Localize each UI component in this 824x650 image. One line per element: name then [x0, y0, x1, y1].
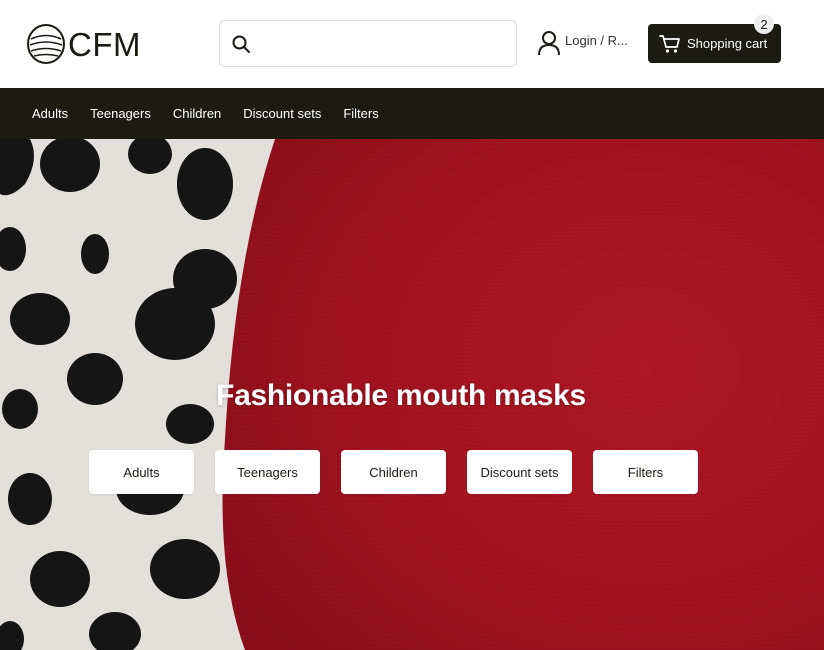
hero-title: Fashionable mouth masks [216, 379, 586, 412]
main-nav: Adults Teenagers Children Discount sets … [0, 88, 824, 139]
nav-item-adults[interactable]: Adults [32, 106, 68, 121]
nav-item-teenagers[interactable]: Teenagers [90, 106, 151, 121]
logo[interactable]: CFM [26, 21, 141, 67]
site-header: CFM Login / R... Shopping cart 2 [0, 0, 824, 88]
login-link[interactable]: Login / R... [537, 30, 628, 60]
logo-text: CFM [68, 25, 141, 63]
search-input[interactable] [261, 21, 516, 66]
search-box[interactable] [219, 20, 517, 67]
user-icon [537, 30, 561, 56]
hero-button-teenagers[interactable]: Teenagers [215, 450, 320, 494]
nav-item-children[interactable]: Children [173, 106, 221, 121]
hero-category-buttons: Adults Teenagers Children Discount sets … [89, 450, 719, 494]
hero-button-children[interactable]: Children [341, 450, 446, 494]
nav-item-filters[interactable]: Filters [343, 106, 378, 121]
hero-button-discount-sets[interactable]: Discount sets [467, 450, 572, 494]
cart-count-badge: 2 [754, 14, 774, 34]
search-icon[interactable] [220, 34, 251, 54]
login-label: Login / R... [565, 33, 628, 48]
hero-button-filters[interactable]: Filters [593, 450, 698, 494]
cart-label: Shopping cart [687, 36, 768, 51]
cart-icon [648, 34, 681, 54]
hero-button-adults[interactable]: Adults [89, 450, 194, 494]
nav-item-discount-sets[interactable]: Discount sets [243, 106, 321, 121]
mask-logo-icon [26, 22, 66, 66]
hero-banner: Fashionable mouth masks Adults Teenagers… [0, 139, 824, 650]
